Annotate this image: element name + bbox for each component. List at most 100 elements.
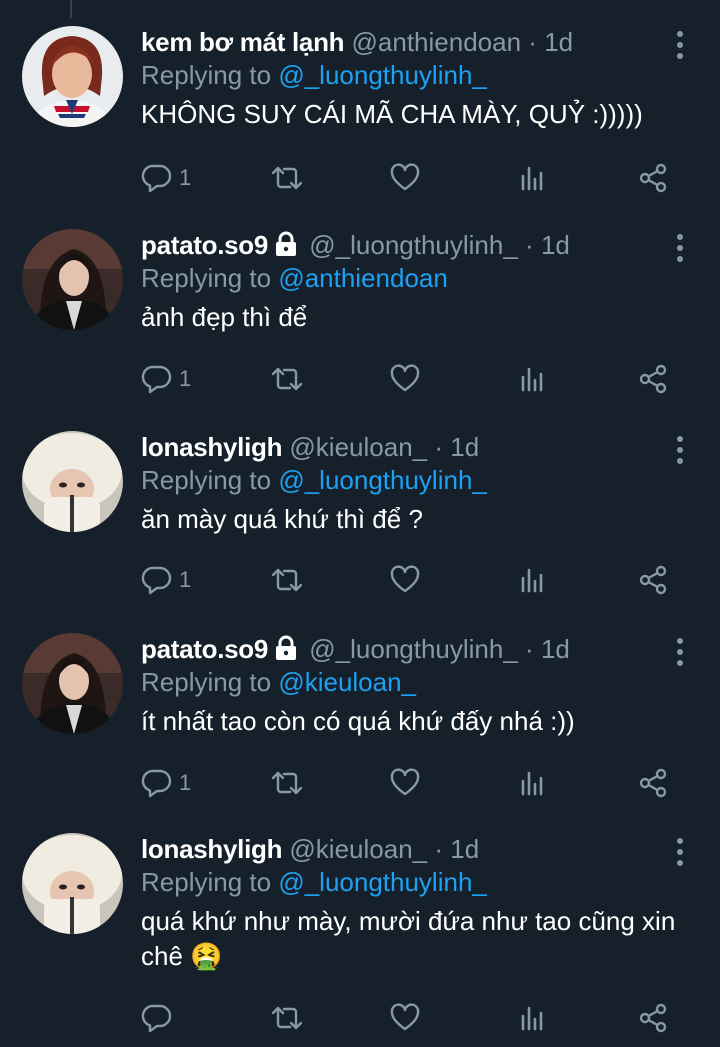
replying-to: Replying to @_luongthuylinh_: [141, 59, 487, 91]
retweet-icon: [269, 363, 305, 395]
like-button[interactable]: [389, 359, 421, 399]
tweet-header: lonashyligh @kieuloan_ · 1d: [141, 833, 660, 865]
heart-icon: [389, 162, 421, 194]
replying-prefix: Replying to: [141, 667, 272, 697]
lock-icon: [274, 231, 298, 264]
share-icon: [637, 767, 669, 799]
handle[interactable]: @_luongthuylinh_: [309, 634, 518, 664]
reply-button[interactable]: 1: [141, 560, 191, 600]
replying-prefix: Replying to: [141, 263, 272, 293]
share-button[interactable]: [637, 560, 669, 600]
share-button[interactable]: [637, 359, 669, 399]
like-button[interactable]: [389, 158, 421, 198]
share-icon: [637, 1002, 669, 1034]
reply-icon: [141, 162, 173, 194]
stats-button[interactable]: [516, 763, 548, 803]
retweet-icon: [269, 564, 305, 596]
mention-link[interactable]: @_luongthuylinh_: [278, 465, 487, 495]
reply-icon: [141, 767, 173, 799]
display-name[interactable]: patato.so9: [141, 230, 268, 260]
stats-icon: [516, 564, 548, 596]
heart-icon: [389, 767, 421, 799]
display-name[interactable]: kem bơ mát lạnh: [141, 27, 345, 57]
timestamp[interactable]: 1d: [544, 27, 573, 57]
share-icon: [637, 363, 669, 395]
timestamp[interactable]: 1d: [541, 634, 570, 664]
like-button[interactable]: [389, 763, 421, 803]
reply-button[interactable]: 1: [141, 763, 191, 803]
lock-icon: [274, 635, 298, 668]
handle[interactable]: @anthiendoan: [352, 27, 522, 57]
reply-button[interactable]: 1: [141, 359, 191, 399]
display-name[interactable]: lonashyligh: [141, 834, 282, 864]
retweet-icon: [269, 1002, 305, 1034]
separator-dot: ·: [434, 834, 444, 864]
separator-dot: ·: [434, 432, 444, 462]
like-button[interactable]: [389, 998, 421, 1038]
stats-button[interactable]: [516, 158, 548, 198]
tweet-text: ăn mày quá khứ thì để ?: [141, 504, 423, 534]
reply-button[interactable]: 1: [141, 158, 191, 198]
action-bar: 1: [141, 359, 686, 399]
share-icon: [637, 162, 669, 194]
avatar[interactable]: [22, 833, 123, 934]
stats-button[interactable]: [516, 998, 548, 1038]
action-bar: [141, 998, 686, 1038]
action-bar: 1: [141, 560, 686, 600]
stats-icon: [516, 767, 548, 799]
more-vertical-icon[interactable]: [674, 435, 686, 465]
tweet-header: patato.so9 @_luongthuylinh_ · 1d: [141, 633, 660, 668]
share-button[interactable]: [637, 763, 669, 803]
thread-line: [70, 0, 72, 18]
share-button[interactable]: [637, 158, 669, 198]
share-button[interactable]: [637, 998, 669, 1038]
timestamp[interactable]: 1d: [450, 834, 479, 864]
stats-button[interactable]: [516, 560, 548, 600]
retweet-button[interactable]: [269, 158, 305, 198]
avatar[interactable]: [22, 633, 123, 734]
reply-button[interactable]: [141, 998, 179, 1038]
retweet-button[interactable]: [269, 763, 305, 803]
mention-link[interactable]: @_luongthuylinh_: [278, 60, 487, 90]
timestamp[interactable]: 1d: [541, 230, 570, 260]
like-button[interactable]: [389, 560, 421, 600]
handle[interactable]: @kieuloan_: [289, 834, 427, 864]
more-vertical-icon[interactable]: [674, 837, 686, 867]
replying-to: Replying to @_luongthuylinh_: [141, 464, 487, 496]
stats-icon: [516, 1002, 548, 1034]
avatar[interactable]: [22, 431, 123, 532]
heart-icon: [389, 564, 421, 596]
reply-count: 1: [179, 366, 192, 391]
mention-link[interactable]: @kieuloan_: [278, 667, 416, 697]
mention-link[interactable]: @_luongthuylinh_: [278, 867, 487, 897]
retweet-button[interactable]: [269, 560, 305, 600]
handle[interactable]: @kieuloan_: [289, 432, 427, 462]
retweet-button[interactable]: [269, 359, 305, 399]
tweet-text: ít nhất tao còn có quá khứ đấy nhá :)): [141, 706, 575, 736]
avatar[interactable]: [22, 229, 123, 330]
more-vertical-icon[interactable]: [674, 637, 686, 667]
action-bar: 1: [141, 158, 686, 198]
more-vertical-icon[interactable]: [674, 233, 686, 263]
retweet-button[interactable]: [269, 998, 305, 1038]
stats-icon: [516, 363, 548, 395]
more-vertical-icon[interactable]: [674, 30, 686, 60]
mention-link[interactable]: @anthiendoan: [278, 263, 448, 293]
reply-icon: [141, 564, 173, 596]
tweet-header: kem bơ mát lạnh @anthiendoan · 1d: [141, 26, 660, 58]
replying-to: Replying to @anthiendoan: [141, 262, 448, 294]
replying-prefix: Replying to: [141, 465, 272, 495]
replying-prefix: Replying to: [141, 60, 272, 90]
display-name[interactable]: lonashyligh: [141, 432, 282, 462]
reply-count: 1: [179, 567, 192, 592]
heart-icon: [389, 363, 421, 395]
handle[interactable]: @_luongthuylinh_: [309, 230, 518, 260]
reply-count: 1: [179, 165, 192, 190]
display-name[interactable]: patato.so9: [141, 634, 268, 664]
reply-icon: [141, 363, 173, 395]
stats-button[interactable]: [516, 359, 548, 399]
avatar[interactable]: [22, 26, 123, 127]
timestamp[interactable]: 1d: [450, 432, 479, 462]
tweet-text: KHÔNG SUY CÁI MÃ CHA MÀY, QUỶ :))))): [141, 99, 643, 129]
reply-count: 1: [179, 770, 192, 795]
